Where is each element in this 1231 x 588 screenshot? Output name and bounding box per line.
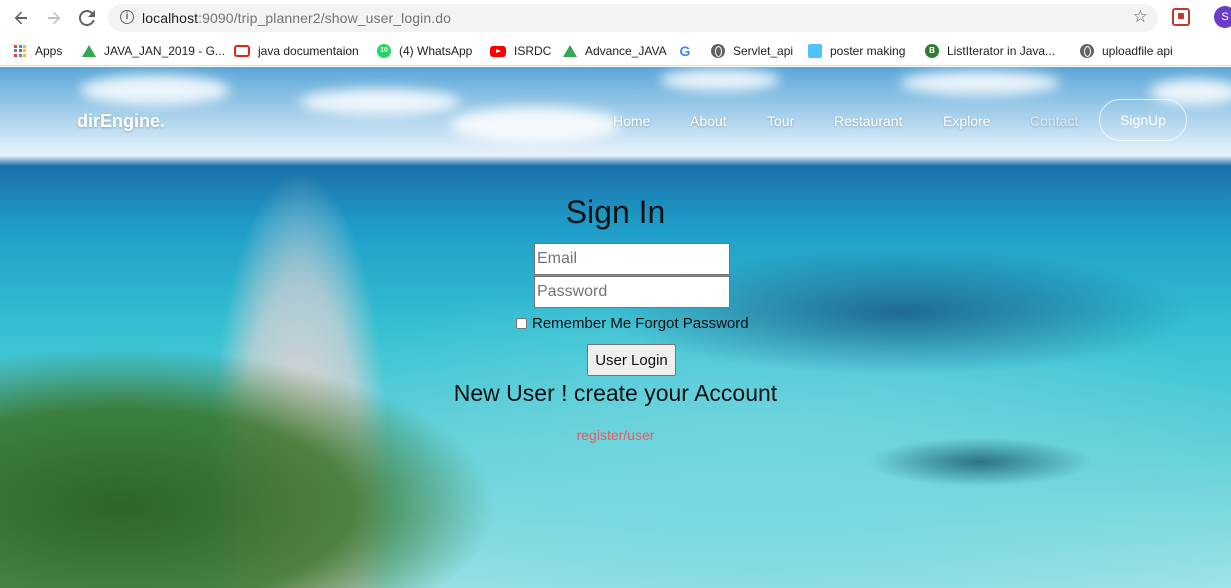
bookmark-java-doc[interactable]: java documentaion [234, 42, 359, 60]
listiterator-icon: B [925, 44, 939, 58]
page-title: Sign In [565, 194, 666, 230]
cloud-decoration [300, 89, 460, 115]
browser-toolbar: i localhost:9090/trip_planner2/show_user… [0, 0, 1231, 36]
profile-avatar[interactable]: S [1214, 6, 1231, 28]
oracle-icon [234, 45, 250, 57]
nav-tour[interactable]: Tour [767, 113, 794, 129]
google-icon: G [679, 43, 691, 59]
nav-about[interactable]: About [690, 113, 727, 129]
address-bar[interactable]: i localhost:9090/trip_planner2/show_user… [108, 4, 1158, 32]
remember-checkbox[interactable] [516, 317, 527, 329]
new-user-heading: New User ! create your Account [453, 380, 778, 406]
register-link[interactable]: register/user [0, 427, 1231, 443]
nav-home[interactable]: Home [613, 113, 650, 129]
nav-restaurant[interactable]: Restaurant [834, 113, 902, 129]
remember-label: Remember Me [532, 314, 632, 332]
apps-grid-icon [14, 44, 27, 58]
cloud-decoration [660, 69, 780, 91]
back-arrow-icon[interactable] [9, 6, 33, 30]
bookmark-uploadfile-api[interactable]: uploadfile api [1080, 42, 1173, 60]
poster-icon [808, 44, 822, 58]
user-login-button[interactable]: User Login [587, 344, 676, 376]
bookmark-isrdc[interactable]: ISRDC [490, 42, 551, 60]
nav-explore[interactable]: Explore [943, 113, 990, 129]
email-field[interactable] [534, 243, 730, 275]
signup-button[interactable]: SignUp [1099, 99, 1187, 141]
remember-row: Remember Me Forgot Password [516, 314, 749, 332]
extension-icon[interactable] [1172, 8, 1190, 26]
whatsapp-icon: 10 [377, 44, 391, 58]
nav-contact[interactable]: Contact [1030, 113, 1078, 129]
bookmark-poster-making[interactable]: poster making [808, 42, 905, 60]
site-info-icon[interactable]: i [120, 10, 134, 24]
globe-icon [1080, 44, 1094, 58]
bookmark-star-icon[interactable]: ☆ [1133, 7, 1148, 27]
bookmark-whatsapp[interactable]: 10 (4) WhatsApp [377, 42, 472, 60]
bookmark-advance-java[interactable]: Advance_JAVA [563, 42, 667, 60]
bookmarks-bar: Apps JAVA_JAN_2019 - G... java documenta… [0, 36, 1231, 66]
forward-arrow-icon[interactable] [42, 6, 66, 30]
forgot-password-link[interactable]: Forgot Password [635, 315, 748, 332]
cloud-decoration [80, 75, 230, 105]
bookmark-google[interactable]: G [678, 42, 700, 60]
reload-icon[interactable] [75, 6, 99, 30]
hero-background: dirEngine. Home About Tour Restaurant Ex… [0, 67, 1231, 588]
bookmark-servlet-api[interactable]: Servlet_api [711, 42, 793, 60]
bookmark-java-jan[interactable]: JAVA_JAN_2019 - G... [82, 42, 225, 60]
drive-icon [82, 45, 96, 57]
url-text[interactable]: localhost:9090/trip_planner2/show_user_l… [142, 10, 451, 26]
youtube-icon [490, 45, 506, 57]
drive-icon [563, 45, 577, 57]
globe-icon [711, 44, 725, 58]
cloud-decoration [450, 107, 620, 143]
cloud-decoration [900, 71, 1060, 95]
bookmark-listiterator[interactable]: B ListIterator in Java... [925, 42, 1055, 60]
bookmark-apps[interactable]: Apps [14, 42, 62, 60]
brand-logo[interactable]: dirEngine. [77, 111, 165, 132]
password-field[interactable] [534, 276, 730, 308]
